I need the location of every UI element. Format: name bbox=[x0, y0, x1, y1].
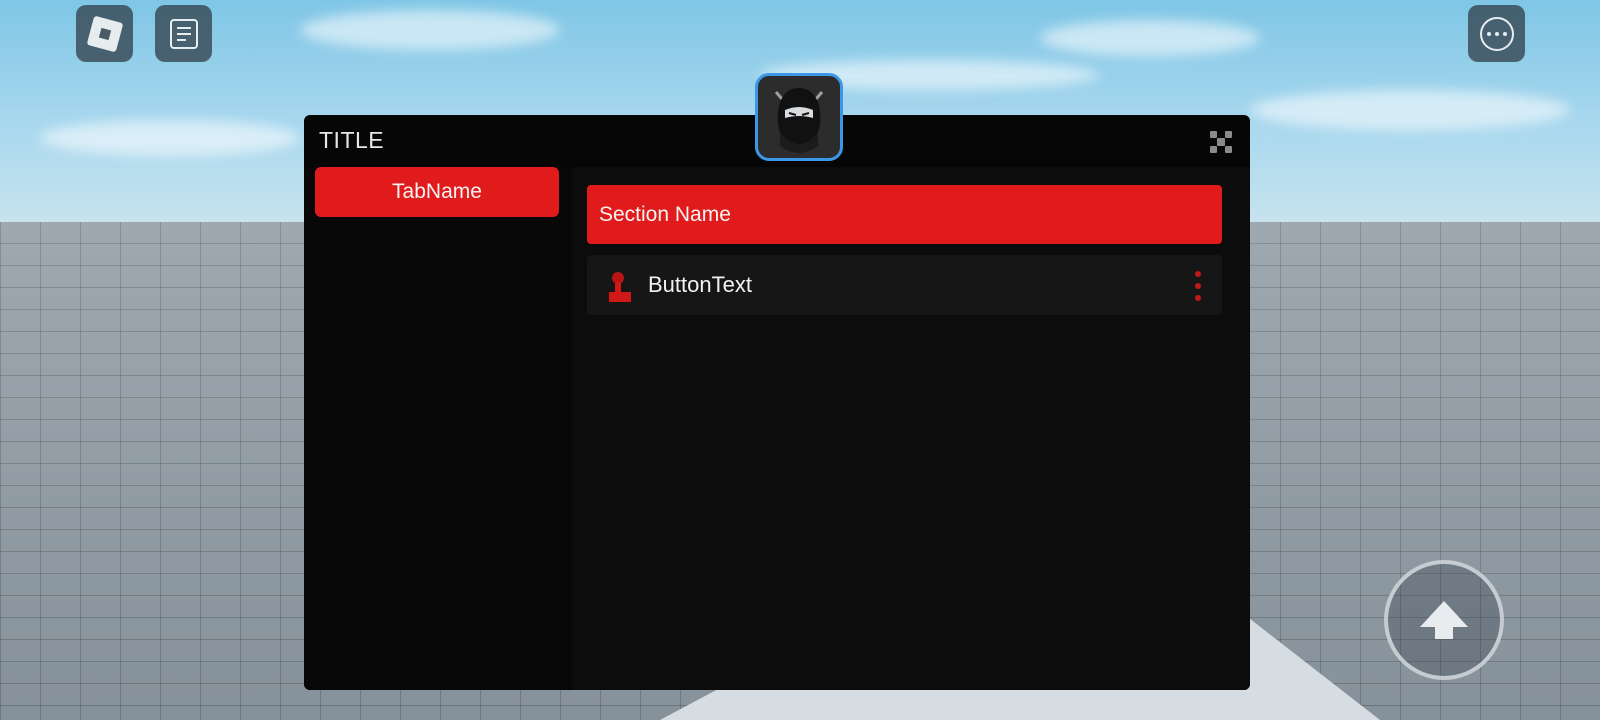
more-options-button[interactable] bbox=[1468, 5, 1525, 62]
roblox-logo-icon bbox=[86, 15, 123, 52]
tab-sidebar: TabName bbox=[304, 167, 572, 690]
jump-arrow-icon bbox=[1420, 601, 1468, 639]
tab-content: Section Name ButtonText bbox=[572, 167, 1250, 690]
section-name: Section Name bbox=[599, 202, 731, 226]
more-options-icon bbox=[1479, 16, 1514, 51]
vertical-dots-icon[interactable] bbox=[1194, 270, 1202, 302]
jump-button[interactable] bbox=[1384, 560, 1504, 680]
script-hub-window: TITLE TabName Section Name ButtonText bbox=[304, 115, 1250, 690]
button-label: ButtonText bbox=[648, 272, 752, 297]
ninja-avatar-icon[interactable] bbox=[755, 73, 843, 161]
script-button[interactable]: ButtonText bbox=[587, 255, 1222, 315]
chat-button[interactable] bbox=[155, 5, 212, 62]
tab-tabname[interactable]: TabName bbox=[315, 167, 559, 217]
touch-icon bbox=[609, 272, 631, 302]
close-icon[interactable] bbox=[1208, 129, 1234, 155]
roblox-menu-button[interactable] bbox=[76, 5, 133, 62]
window-title: TITLE bbox=[319, 127, 385, 153]
section-header: Section Name bbox=[587, 185, 1222, 244]
chat-icon bbox=[169, 18, 198, 49]
